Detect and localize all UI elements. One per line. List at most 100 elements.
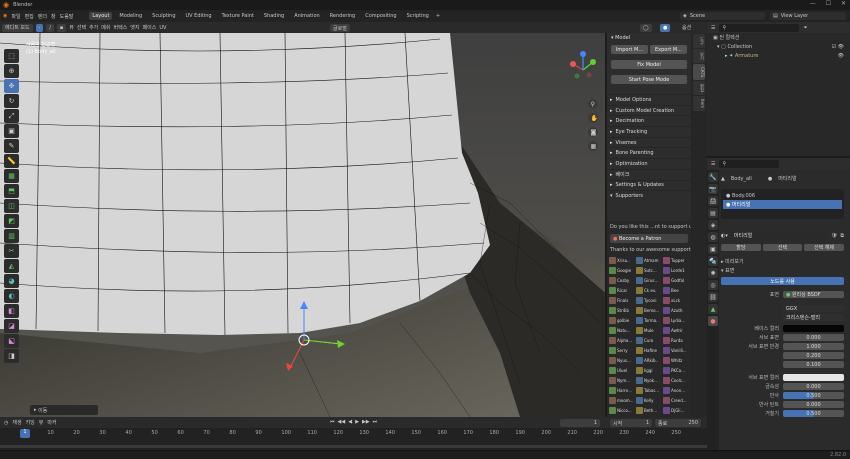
supporter-item[interactable]: Coolc...: [663, 376, 689, 385]
mode-select[interactable]: 에디트 모드: [2, 23, 33, 32]
outliner-search-input[interactable]: ⚲: [719, 23, 800, 32]
fake-user-icon[interactable]: 🛡: [831, 233, 837, 239]
start-pose-mode-button[interactable]: Start Pose Mode: [611, 75, 687, 84]
jump-start-icon[interactable]: ⏮: [330, 419, 335, 425]
select-menu[interactable]: 선택: [77, 24, 86, 31]
supporter-item[interactable]: Lorde1: [663, 266, 689, 275]
supporter-item[interactable]: PKCa...: [663, 366, 689, 375]
subsurface-field[interactable]: 0.000: [783, 334, 844, 341]
outliner-editor-icon[interactable]: ☰: [711, 25, 715, 31]
supporter-item[interactable]: Bee: [663, 286, 689, 295]
edge-select-button[interactable]: /: [46, 23, 54, 32]
keying-menu[interactable]: 키잉: [26, 419, 35, 426]
radius-x-field[interactable]: 1.000: [783, 343, 844, 350]
playhead[interactable]: 1: [20, 429, 30, 438]
material-name-field[interactable]: 머티리얼: [730, 232, 829, 239]
supporter-item[interactable]: Beth...: [636, 406, 662, 415]
supporter-item[interactable]: Cosby: [609, 276, 635, 285]
tab-view[interactable]: 보기: [693, 49, 705, 63]
spin-tool-icon[interactable]: ◕: [4, 274, 19, 288]
roughness-field[interactable]: 0.500: [783, 410, 844, 417]
shrink-tool-icon[interactable]: ◪: [4, 319, 19, 333]
supporter-item[interactable]: Vanilli...: [663, 346, 689, 355]
menu-render[interactable]: 렌더: [38, 13, 47, 20]
timeline-editor-icon[interactable]: ◷: [4, 420, 8, 426]
supporter-item[interactable]: Awtrir: [663, 326, 689, 335]
data-props-icon[interactable]: ▲: [708, 304, 718, 314]
rotate-tool-icon[interactable]: ↻: [4, 94, 19, 108]
tab-compositing[interactable]: Compositing: [362, 12, 399, 20]
select-button[interactable]: 선택: [762, 244, 803, 251]
select-tool-icon[interactable]: ⬚: [4, 49, 19, 63]
view-menu[interactable]: 뷰: [69, 24, 74, 31]
options-menu[interactable]: 옵션: [682, 24, 691, 31]
supporter-item[interactable]: Curo: [636, 336, 662, 345]
supporter-item[interactable]: Nyus...: [609, 356, 635, 365]
transform-tool-icon[interactable]: ▣: [4, 124, 19, 138]
supporter-item[interactable]: Iiggi: [636, 366, 662, 375]
supporter-item[interactable]: Atmam: [636, 256, 662, 265]
tab-rendering[interactable]: Rendering: [327, 12, 359, 20]
surface-panel[interactable]: ▾ 표면: [721, 266, 850, 275]
become-patron-button[interactable]: ● Become a Patron: [610, 234, 688, 243]
edge-slide-tool-icon[interactable]: ◧: [4, 304, 19, 318]
current-frame-field[interactable]: 1: [560, 419, 600, 427]
tab-layout[interactable]: Layout: [89, 12, 113, 20]
supporter-item[interactable]: Serry: [609, 346, 635, 355]
scale-tool-icon[interactable]: ⤢: [4, 109, 19, 123]
output-props-icon[interactable]: 🖨: [708, 196, 718, 206]
viewport-shading-solid[interactable]: ●: [660, 24, 671, 32]
preview-panel[interactable]: ▸ 미리보기: [721, 257, 850, 266]
physics-props-icon[interactable]: ◎: [708, 280, 718, 290]
supporter-item[interactable]: golbie: [609, 316, 635, 325]
supporter-item[interactable]: Girus...: [636, 276, 662, 285]
material-slot-list[interactable]: ● Body.006 ● 머티리얼: [721, 189, 844, 219]
menu-help[interactable]: 도움말: [60, 13, 74, 20]
playback-menu[interactable]: 재생: [12, 419, 21, 426]
menu-file[interactable]: 파일: [11, 13, 20, 20]
scene-selector[interactable]: ◈ Scene: [680, 12, 765, 20]
fix-model-button[interactable]: Fix Model: [611, 60, 687, 69]
add-workspace-icon[interactable]: +: [436, 13, 440, 19]
supporter-item[interactable]: Hafine: [636, 346, 662, 355]
tab-texture-paint[interactable]: Texture Paint: [219, 12, 257, 20]
timeline-scrollbar[interactable]: [0, 445, 707, 448]
annotate-tool-icon[interactable]: ✎: [4, 139, 19, 153]
material-browse-icon[interactable]: ◐▾: [721, 233, 728, 239]
material-slot-active[interactable]: ● 머티리얼: [723, 200, 842, 209]
import-model-button[interactable]: Import M...: [611, 45, 648, 54]
section-custom-model[interactable]: ▸ Custom Model Creation: [607, 104, 691, 116]
vertex-select-button[interactable]: ·: [35, 23, 44, 32]
frame-ruler[interactable]: 1102030405060708090100110120130140150160…: [0, 430, 707, 438]
radius-y-field[interactable]: 0.200: [783, 352, 844, 359]
supporter-item[interactable]: Rurda: [663, 336, 689, 345]
blender-menu-icon[interactable]: ◉: [3, 13, 7, 19]
view-layer-props-icon[interactable]: ▤: [708, 208, 718, 218]
tab-item[interactable]: Item: [693, 96, 705, 112]
smooth-tool-icon[interactable]: ◐: [4, 289, 19, 303]
supporter-item[interactable]: Finals: [609, 296, 635, 305]
supporter-item[interactable]: xLck: [663, 296, 689, 305]
particles-props-icon[interactable]: ✺: [708, 268, 718, 278]
properties-editor-icon[interactable]: ☰: [711, 161, 715, 167]
view-layer-selector[interactable]: ▤ View Layer: [770, 12, 846, 20]
supporter-item[interactable]: moom...: [609, 396, 635, 405]
sscolor-swatch[interactable]: [783, 374, 844, 381]
supporter-item[interactable]: Tabas...: [636, 386, 662, 395]
supporter-item[interactable]: Googie: [609, 266, 635, 275]
menu-edit[interactable]: 편집: [25, 13, 34, 20]
metallic-field[interactable]: 0.000: [783, 383, 844, 390]
face-menu[interactable]: 페이스: [143, 24, 157, 31]
assign-button[interactable]: 할당: [721, 244, 761, 251]
add-cube-tool-icon[interactable]: ▦: [4, 169, 19, 183]
minimize-icon[interactable]: —: [810, 0, 816, 7]
jump-end-icon[interactable]: ⏭: [373, 419, 378, 425]
constraints-props-icon[interactable]: ⛓: [708, 292, 718, 302]
supporter-item[interactable]: Anon...: [663, 386, 689, 395]
outliner-row-scene[interactable]: ▣ 씬 컬렉션: [707, 33, 850, 42]
supporter-item[interactable]: Natu...: [609, 326, 635, 335]
tab-edit[interactable]: 편집: [693, 81, 705, 96]
tab-scripting[interactable]: Scripting: [404, 12, 432, 20]
section-bone-parenting[interactable]: ▸ Bone Parenting: [607, 147, 691, 158]
play-reverse-icon[interactable]: ◀: [348, 419, 352, 425]
